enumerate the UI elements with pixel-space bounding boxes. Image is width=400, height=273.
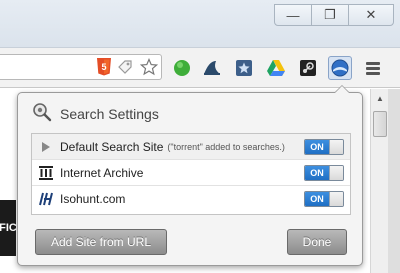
search-settings-icon xyxy=(32,102,52,127)
site-toggle[interactable]: ON xyxy=(304,139,344,155)
popup-pointer-fill xyxy=(335,86,349,93)
close-button[interactable]: ✕ xyxy=(348,4,394,26)
site-row-internet-archive[interactable]: Internet Archive ON xyxy=(32,160,350,186)
browser-toolbar: 5 xyxy=(0,48,400,88)
popup-header: Search Settings xyxy=(32,102,159,127)
archive-temple-icon xyxy=(38,165,54,181)
tag-icon[interactable] xyxy=(116,58,134,76)
browser-menu-icon[interactable] xyxy=(362,57,384,79)
site-note: ("torrent" added to searches.) xyxy=(167,141,285,152)
site-toggle[interactable]: ON xyxy=(304,165,344,181)
site-name: Default Search Site xyxy=(60,139,164,154)
star-extension-icon[interactable] xyxy=(232,56,256,80)
site-row-isohunt[interactable]: Isohunt.com ON xyxy=(32,186,350,212)
popup-title: Search Settings xyxy=(60,106,159,122)
browser-window: — ❐ ✕ 5 FIC ▲ Search Settings Default Se… xyxy=(0,0,400,273)
search-sites-list: Default Search Site ("torrent" added to … xyxy=(31,133,351,215)
scroll-thumb[interactable] xyxy=(373,111,387,137)
window-controls: — ❐ ✕ xyxy=(274,4,394,26)
toggle-knob xyxy=(329,166,343,180)
scroll-up-arrow-icon[interactable]: ▲ xyxy=(372,91,388,105)
site-name: Isohunt.com xyxy=(60,192,126,206)
search-settings-popup: Search Settings Default Search Site ("to… xyxy=(17,92,363,266)
play-triangle-icon xyxy=(38,139,54,155)
page-banner-fragment: FIC xyxy=(0,200,16,256)
toggle-label: ON xyxy=(305,140,329,154)
html5-icon[interactable]: 5 xyxy=(95,58,113,76)
toggle-knob xyxy=(329,192,343,206)
svg-text:5: 5 xyxy=(101,62,106,72)
page-partial-text: FIC xyxy=(0,222,16,234)
page-scrollbar[interactable]: ▲ xyxy=(370,89,388,273)
google-drive-icon[interactable] xyxy=(264,56,288,80)
shark-fin-extension-icon[interactable] xyxy=(200,56,224,80)
address-bar[interactable] xyxy=(0,54,162,80)
green-orb-extension-icon[interactable] xyxy=(170,56,194,80)
title-bar: — ❐ ✕ xyxy=(0,0,400,48)
steam-extension-icon[interactable] xyxy=(296,56,320,80)
add-site-from-url-button[interactable]: Add Site from URL xyxy=(35,229,167,255)
done-button[interactable]: Done xyxy=(287,229,347,255)
minimize-icon: — xyxy=(286,7,300,23)
torrent-search-extension-icon[interactable] xyxy=(328,56,352,80)
site-toggle[interactable]: ON xyxy=(304,191,344,207)
close-icon: ✕ xyxy=(365,7,377,22)
minimize-button[interactable]: — xyxy=(274,4,312,26)
window-edge xyxy=(388,89,400,273)
toggle-label: ON xyxy=(305,192,329,206)
bookmark-star-icon[interactable] xyxy=(140,58,158,76)
site-name: Internet Archive xyxy=(60,165,144,180)
toggle-knob xyxy=(329,140,343,154)
isohunt-icon xyxy=(38,191,54,207)
site-row-default[interactable]: Default Search Site ("torrent" added to … xyxy=(32,134,350,160)
toggle-label: ON xyxy=(305,166,329,180)
maximize-button[interactable]: ❐ xyxy=(311,4,349,26)
maximize-icon: ❐ xyxy=(324,7,336,22)
